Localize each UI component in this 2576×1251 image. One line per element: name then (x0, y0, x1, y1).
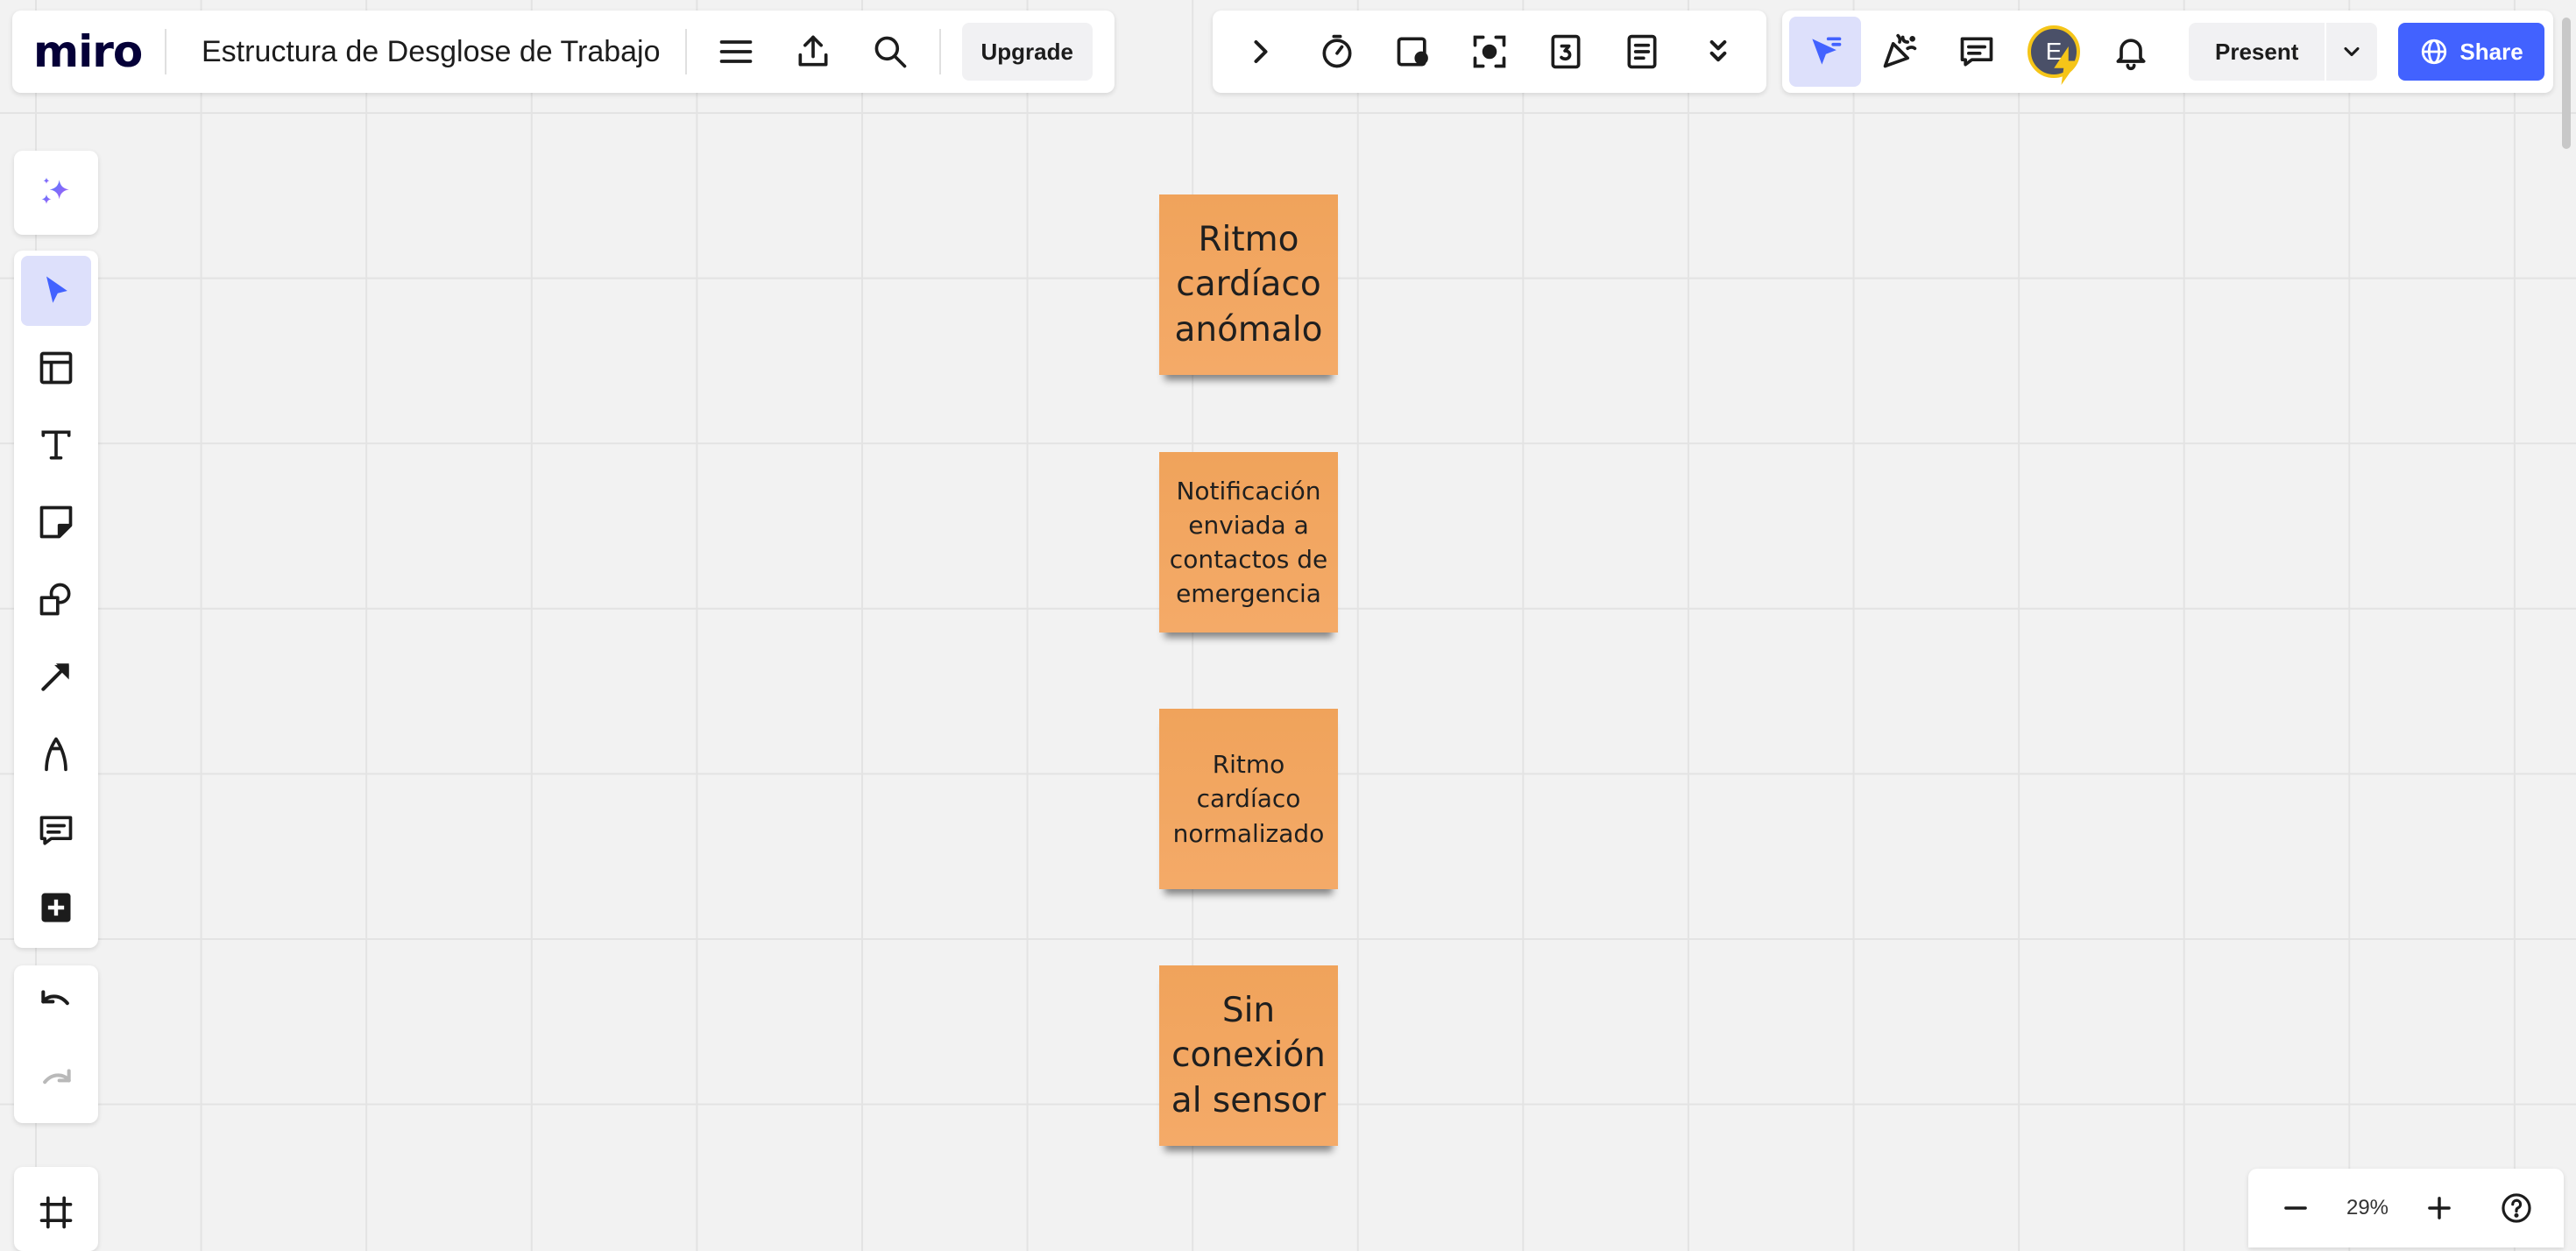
comment-tool-icon[interactable] (21, 795, 91, 866)
divider (684, 29, 687, 74)
search-icon[interactable] (852, 13, 929, 90)
menu-icon[interactable] (697, 13, 775, 90)
focus-icon[interactable] (1452, 13, 1528, 90)
sticky-text: Ritmo cardíaco anómalo (1174, 219, 1323, 350)
frames-panel (14, 1167, 98, 1251)
top-center-toolbar (1213, 11, 1766, 93)
pen-tool-icon[interactable] (21, 718, 91, 788)
zoom-level[interactable]: 29% (2346, 1196, 2388, 1220)
share-label: Share (2459, 38, 2523, 65)
templates-icon[interactable] (21, 333, 91, 403)
chevron-down-icon[interactable] (2325, 23, 2377, 81)
notes-icon[interactable] (1603, 13, 1680, 90)
tools-panel (14, 251, 98, 948)
undo-icon[interactable] (21, 970, 91, 1040)
board-title[interactable]: Estructura de Desglose de Trabajo (202, 35, 661, 69)
chevrons-down-icon[interactable] (1680, 13, 1756, 90)
top-left-toolbar: miro Estructura de Desglose de Trabajo U… (12, 11, 1115, 93)
zoom-out-icon[interactable] (2269, 1182, 2322, 1234)
sticky-note[interactable]: Notificación enviada a contactos de emer… (1159, 452, 1338, 633)
top-right-toolbar: E Present Share (1782, 11, 2553, 93)
sticky-note[interactable]: Ritmo cardíaco anómalo (1159, 194, 1338, 375)
sticky-text: Notificación enviada a contactos de emer… (1169, 476, 1328, 609)
avatar-circle: E (2028, 25, 2080, 85)
vertical-scrollbar[interactable] (2562, 18, 2571, 149)
present-button[interactable]: Present (2189, 23, 2325, 81)
frames-icon[interactable] (21, 1188, 91, 1237)
celebrate-icon[interactable] (1861, 13, 1938, 90)
export-icon[interactable] (775, 13, 852, 90)
sticky-text: Ritmo cardíaco normalizado (1172, 750, 1325, 848)
bell-icon[interactable] (2092, 13, 2169, 90)
text-tool-icon[interactable] (21, 410, 91, 480)
avatar[interactable]: E (2015, 13, 2092, 90)
share-button[interactable]: Share (2398, 23, 2544, 81)
ai-panel (14, 151, 98, 235)
present-group: Present (2189, 23, 2378, 81)
timer-icon[interactable] (1299, 13, 1376, 90)
miro-logo[interactable]: miro (33, 26, 165, 77)
select-tool-icon[interactable] (21, 256, 91, 326)
arrow-tool-icon[interactable] (21, 641, 91, 711)
card-icon[interactable] (1376, 13, 1452, 90)
bolt-icon (2054, 46, 2078, 85)
sticky-note[interactable]: Ritmo cardíaco normalizado (1159, 709, 1338, 889)
chevron-right-icon[interactable] (1223, 13, 1299, 90)
ai-sparkle-icon[interactable] (21, 158, 91, 228)
divider (165, 29, 166, 74)
undo-redo-panel (14, 965, 98, 1123)
cursor-follow-icon[interactable] (1789, 17, 1861, 87)
globe-icon (2422, 39, 2447, 65)
zoom-panel: 29% (2248, 1169, 2564, 1247)
counter-icon[interactable] (1527, 13, 1603, 90)
sticky-text: Sin conexión al sensor (1171, 990, 1327, 1120)
help-icon[interactable] (2490, 1182, 2543, 1234)
redo-icon[interactable] (21, 1049, 91, 1119)
shapes-icon[interactable] (21, 564, 91, 634)
divider (938, 29, 941, 74)
sticky-note[interactable]: Sin conexión al sensor (1159, 965, 1338, 1146)
add-icon[interactable] (21, 873, 91, 943)
sticky-note-icon[interactable] (21, 487, 91, 557)
zoom-in-icon[interactable] (2413, 1182, 2466, 1234)
comments-icon[interactable] (1938, 13, 2015, 90)
upgrade-button[interactable]: Upgrade (961, 23, 1093, 81)
